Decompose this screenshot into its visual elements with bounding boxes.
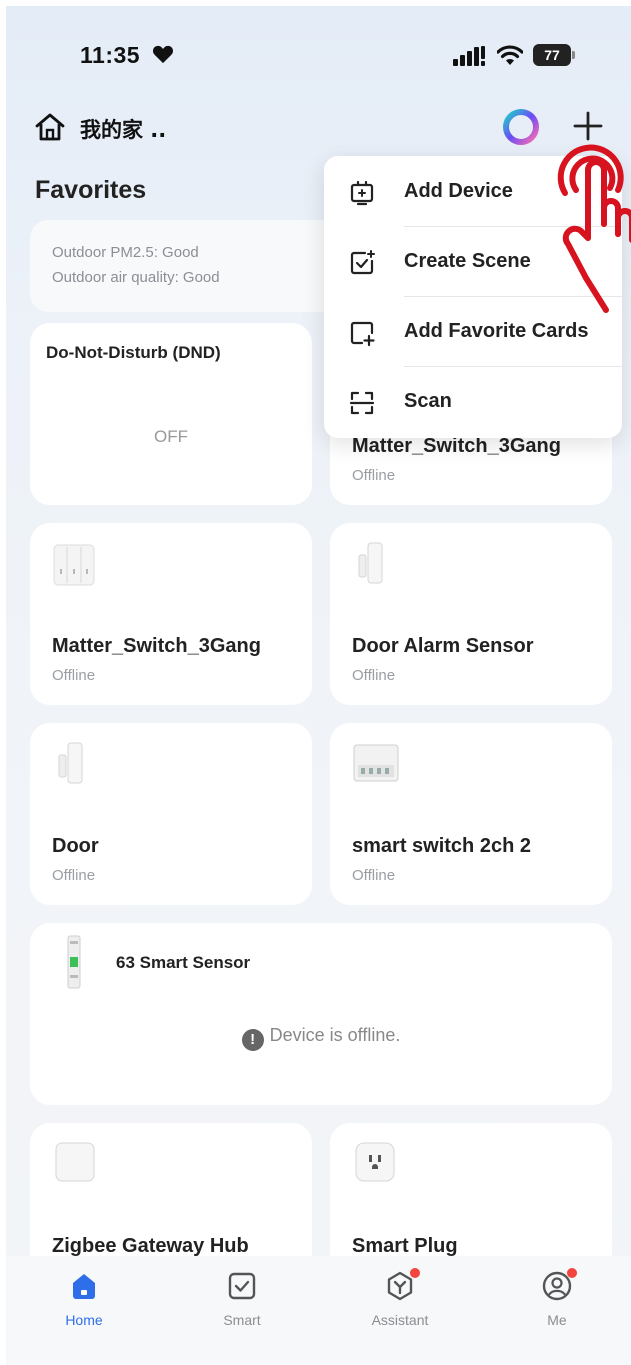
device-card[interactable]: Matter_Switch_3Gang Offline (30, 523, 312, 705)
smart-tab-icon (228, 1272, 256, 1300)
device-name: Door (52, 835, 99, 857)
air-quality-text: Outdoor air quality: Good (52, 269, 220, 286)
warning-icon: ! (241, 1029, 264, 1051)
tab-smart[interactable]: Smart (182, 1270, 302, 1328)
notification-badge (567, 1268, 577, 1278)
notification-badge (410, 1268, 420, 1278)
device-name: Matter_Switch_3Gang (352, 435, 561, 457)
scan-icon (349, 391, 375, 415)
tab-home[interactable]: Home (24, 1270, 144, 1328)
menu-item-label: Scan (404, 390, 452, 412)
device-card[interactable]: Door Offline (30, 723, 312, 905)
device-card[interactable]: smart switch 2ch 2 Offline (330, 723, 612, 905)
device-name: Zigbee Gateway Hub (52, 1235, 249, 1257)
wall-switch-device-icon (53, 544, 95, 586)
device-name: Smart Plug (352, 1235, 458, 1257)
bottom-nav-bar: Home Smart Assistant Me (6, 1256, 631, 1365)
gateway-hub-device-icon (55, 1142, 95, 1182)
offline-message: ! Device is offline. (30, 1025, 612, 1051)
ai-assistant-logo-icon[interactable] (503, 109, 539, 145)
device-status: Offline (352, 667, 396, 684)
status-time: 11:35 (80, 42, 141, 68)
home-icon[interactable] (34, 112, 66, 142)
dnd-value: OFF (154, 427, 188, 446)
tap-hand-pointer-icon (557, 144, 631, 313)
menu-item-label: Add Device (404, 180, 513, 202)
smart-plug-device-icon (355, 1142, 395, 1182)
add-favorite-card-icon (350, 321, 375, 347)
door-sensor-device-icon (358, 542, 383, 584)
tab-label: Home (65, 1312, 103, 1328)
device-name: Door Alarm Sensor (352, 635, 534, 657)
app-screen: 11:35 77 我的家 .. Favorites Outdoor PM2.5:… (6, 6, 631, 1365)
tab-assistant[interactable]: Assistant (340, 1268, 460, 1328)
device-status: Offline (352, 467, 396, 484)
door-sensor-device-icon (58, 742, 83, 784)
home-tab-icon (73, 1274, 95, 1299)
tab-label: Smart (223, 1312, 261, 1328)
favorites-title: Favorites (35, 176, 147, 204)
heart-icon (152, 45, 174, 64)
home-name-selector[interactable]: 我的家 .. (80, 114, 166, 144)
device-status: Offline (352, 867, 396, 884)
device-card[interactable]: Door Alarm Sensor Offline (330, 523, 612, 705)
create-scene-icon (350, 250, 375, 275)
dnd-card[interactable]: Do-Not-Disturb (DND) OFF (30, 323, 312, 505)
tab-label: Assistant (371, 1312, 429, 1328)
tab-me[interactable]: Me (497, 1268, 617, 1328)
switch-module-device-icon (353, 744, 399, 782)
battery-level: 77 (533, 44, 571, 66)
menu-item-label: Create Scene (404, 250, 531, 272)
device-name: smart switch 2ch 2 (352, 835, 531, 857)
device-status: Offline (52, 867, 96, 884)
menu-item-scan[interactable]: Scan (324, 366, 622, 436)
sensor-card[interactable]: 63 Smart Sensor ! Device is offline. (30, 923, 612, 1105)
device-name: 63 Smart Sensor (116, 953, 251, 972)
cellular-signal-icon (453, 46, 485, 66)
wifi-icon (497, 45, 523, 65)
menu-item-label: Add Favorite Cards (404, 320, 589, 342)
tab-label: Me (547, 1312, 567, 1328)
device-status: Offline (52, 667, 96, 684)
pm25-text: Outdoor PM2.5: Good (52, 244, 199, 261)
weather-card[interactable]: Outdoor PM2.5: Good Outdoor air quality:… (30, 220, 350, 312)
device-name: Matter_Switch_3Gang (52, 635, 261, 657)
dnd-title: Do-Not-Disturb (DND) (46, 343, 221, 362)
smart-sensor-device-icon (67, 935, 81, 989)
add-device-icon (350, 180, 374, 206)
battery-indicator: 77 (533, 44, 575, 66)
